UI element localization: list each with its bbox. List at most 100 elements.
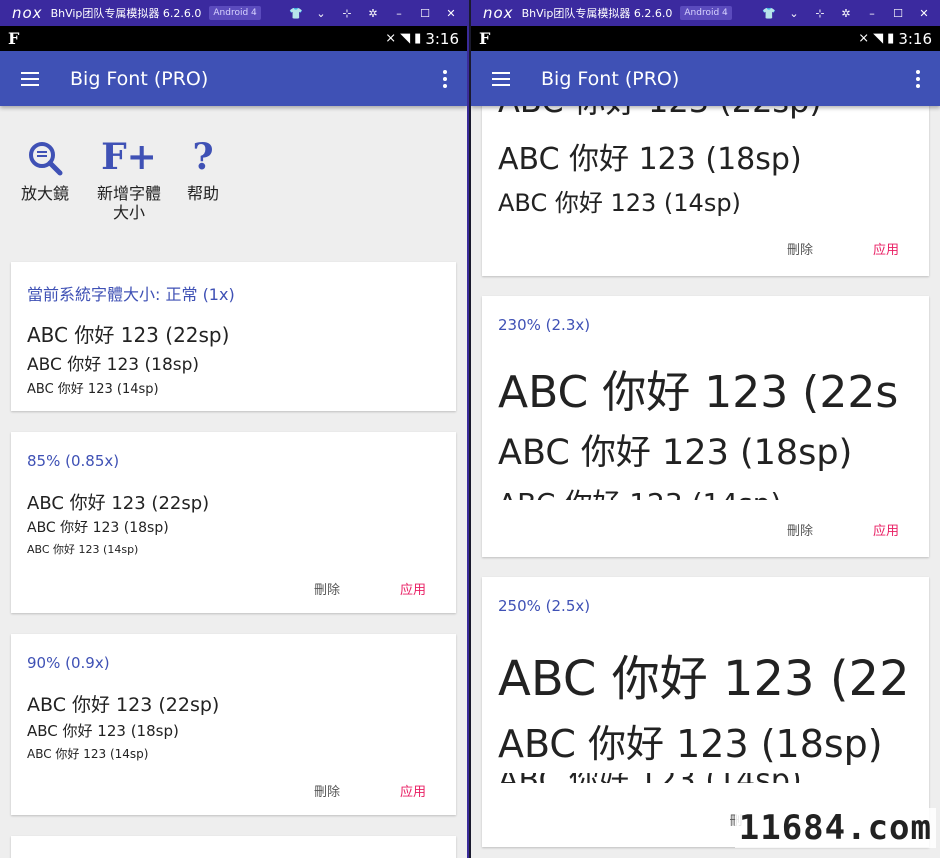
close-icon[interactable]: ✕ [445, 7, 457, 20]
current-size-card: 當前系統字體大小: 正常 (1x) ABC 你好 123 (22sp) ABC … [11, 262, 456, 411]
shirt-icon[interactable]: 👕 [762, 7, 776, 20]
android-version-badge: Android 4 [209, 6, 261, 20]
wifi-icon: ◥ [400, 31, 411, 46]
chevron-down-icon[interactable]: ⌄ [315, 7, 327, 20]
sample-18sp: ABC 你好 123 (18sp) [498, 142, 802, 177]
sample-14sp-clip: ABC 你好 123 (14sp) [482, 773, 929, 783]
main-content: ABC 你好 123 (22sp) ABC 你好 123 (18sp) ABC … [471, 106, 940, 858]
pin-icon[interactable]: ⊹ [814, 7, 826, 20]
apply-button[interactable]: 应用 [843, 239, 929, 258]
sample-14sp-clip: ABC 你好 123 (14sp) [482, 482, 929, 500]
help-icon: ? [192, 136, 214, 179]
no-sound-icon: ⨯ [385, 31, 397, 46]
nox-logo: nox [12, 4, 43, 22]
card-actions: 刪除 应用 [284, 765, 456, 815]
minimize-icon[interactable]: – [866, 7, 878, 20]
emulator-window-controls: 👕 ⌄ ⊹ ✲ – ☐ ✕ [289, 0, 457, 26]
card-title: 230% (2.3x) [498, 316, 591, 334]
card-actions: 刪除 应用 [284, 563, 456, 613]
apply-button[interactable]: 应用 [370, 579, 456, 598]
app-toolbar: Big Font (PRO) [471, 51, 940, 106]
sample-14sp: ABC 你好 123 (14sp) [498, 773, 802, 783]
emulator-title-bar: nox BhVip团队专属模拟器 6.2.6.0 Android 4 👕 ⌄ ⊹… [0, 0, 467, 26]
maximize-icon[interactable]: ☐ [892, 7, 904, 20]
sample-18sp: ABC 你好 123 (18sp) [27, 355, 200, 375]
add-font-size-label: 新增字體大小 [96, 184, 161, 223]
chevron-down-icon[interactable]: ⌄ [788, 7, 800, 20]
android-status-bar: F ⨯ ◥ ▮ 3:16 [0, 26, 467, 51]
app-toolbar: Big Font (PRO) [0, 51, 467, 106]
emulator-window-controls: 👕 ⌄ ⊹ ✲ – ☐ ✕ [762, 0, 930, 26]
card-title: 250% (2.5x) [498, 597, 591, 615]
sample-18sp: ABC 你好 123 (18sp) [27, 520, 169, 536]
menu-icon[interactable] [471, 71, 531, 86]
gear-icon[interactable]: ✲ [840, 7, 852, 20]
status-app-icon: F [479, 29, 491, 48]
size-card-230: 230% (2.3x) ABC 你好 123 (22s ABC 你好 123 (… [482, 296, 929, 557]
card-actions: 刪除 应用 [757, 501, 929, 557]
menu-icon[interactable] [0, 71, 60, 86]
emulator-title: BhVip团队专属模拟器 6.2.6.0 [50, 7, 202, 20]
status-app-icon: F [8, 29, 20, 48]
magnifier-button[interactable]: 放大鏡 [15, 136, 75, 222]
magnifier-icon [27, 136, 63, 180]
wifi-icon: ◥ [873, 31, 884, 46]
status-time: 3:16 [425, 29, 459, 48]
sample-22sp: ABC 你好 123 (22 [498, 651, 910, 707]
size-card-90: 90% (0.9x) ABC 你好 123 (22sp) ABC 你好 123 … [11, 634, 456, 815]
sample-18sp: ABC 你好 123 (18sp) [498, 722, 883, 766]
site-watermark: 11684.com [734, 808, 936, 848]
minimize-icon[interactable]: – [393, 7, 405, 20]
card-title: 90% (0.9x) [27, 654, 110, 672]
card-actions: 刪除 应用 [757, 220, 929, 276]
delete-button[interactable]: 刪除 [284, 579, 370, 598]
left-emulator-pane: nox BhVip团队专属模拟器 6.2.6.0 Android 4 👕 ⌄ ⊹… [0, 0, 469, 858]
sample-22sp: ABC 你好 123 (22sp) [498, 106, 822, 122]
shirt-icon[interactable]: 👕 [289, 7, 303, 20]
sample-18sp: ABC 你好 123 (18sp) [27, 722, 179, 740]
size-card-partial [11, 836, 456, 858]
android-version-badge: Android 4 [680, 6, 732, 20]
sample-22sp: ABC 你好 123 (22sp) [27, 323, 230, 347]
magnifier-label: 放大鏡 [20, 184, 69, 203]
battery-icon: ▮ [887, 31, 895, 46]
no-sound-icon: ⨯ [858, 31, 870, 46]
app-title: Big Font (PRO) [70, 67, 209, 90]
pin-icon[interactable]: ⊹ [341, 7, 353, 20]
sample-22sp: ABC 你好 123 (22sp) [27, 694, 220, 716]
overflow-menu-icon[interactable] [423, 69, 467, 88]
emulator-title-bar: nox BhVip团队专属模拟器 6.2.6.0 Android 4 👕 ⌄ ⊹… [471, 0, 940, 26]
help-button[interactable]: ? 帮助 [183, 136, 223, 222]
battery-icon: ▮ [414, 31, 422, 46]
gear-icon[interactable]: ✲ [367, 7, 379, 20]
card-title: 當前系統字體大小: 正常 (1x) [27, 285, 235, 304]
tool-row: 放大鏡 F+ 新增字體大小 ? 帮助 [15, 136, 223, 222]
status-time: 3:16 [898, 29, 932, 48]
font-plus-icon: F+ [101, 136, 157, 179]
delete-button[interactable]: 刪除 [284, 781, 370, 800]
size-card-scrolled: ABC 你好 123 (22sp) ABC 你好 123 (18sp) ABC … [482, 106, 929, 276]
apply-button[interactable]: 应用 [370, 781, 456, 800]
sample-14sp: ABC 你好 123 (14sp) [27, 382, 159, 397]
main-content: 放大鏡 F+ 新增字體大小 ? 帮助 當前系統字體大小: 正常 (1x) ABC… [0, 106, 467, 858]
size-card-85: 85% (0.85x) ABC 你好 123 (22sp) ABC 你好 123… [11, 432, 456, 613]
sample-14sp: ABC 你好 123 (14sp) [27, 543, 139, 556]
apply-button[interactable]: 应用 [843, 520, 929, 539]
sample-14sp: ABC 你好 123 (14sp) [27, 747, 149, 761]
add-font-size-button[interactable]: F+ 新增字體大小 [93, 136, 165, 222]
delete-button[interactable]: 刪除 [757, 239, 843, 258]
emulator-title: BhVip团队专属模拟器 6.2.6.0 [521, 7, 673, 20]
maximize-icon[interactable]: ☐ [419, 7, 431, 20]
help-label: 帮助 [186, 184, 219, 203]
close-icon[interactable]: ✕ [918, 7, 930, 20]
card-title: 85% (0.85x) [27, 452, 120, 470]
overflow-menu-icon[interactable] [896, 69, 940, 88]
app-title: Big Font (PRO) [541, 67, 680, 90]
sample-18sp: ABC 你好 123 (18sp) [498, 433, 853, 473]
right-emulator-pane: nox BhVip团队专属模拟器 6.2.6.0 Android 4 👕 ⌄ ⊹… [471, 0, 940, 858]
sample-14sp: ABC 你好 123 (14sp) [498, 482, 781, 500]
nox-logo: nox [483, 4, 514, 22]
delete-button[interactable]: 刪除 [757, 520, 843, 539]
size-card-250: 250% (2.5x) ABC 你好 123 (22 ABC 你好 123 (1… [482, 577, 929, 847]
android-status-bar: F ⨯ ◥ ▮ 3:16 [471, 26, 940, 51]
